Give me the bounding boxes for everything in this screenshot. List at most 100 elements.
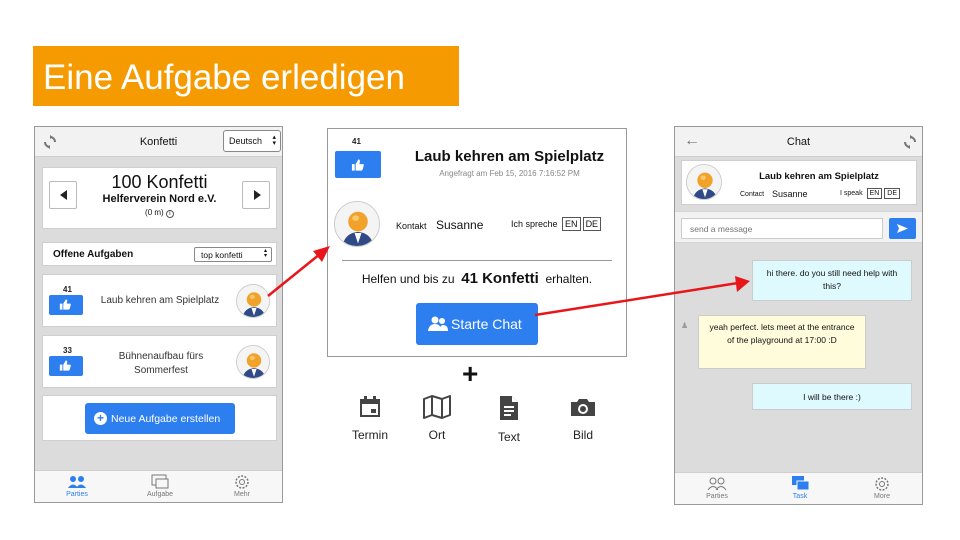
message-input-bar: [675, 211, 922, 243]
camera-icon: [571, 399, 595, 416]
banner-title: Eine Aufgabe erledigen: [43, 58, 405, 97]
task-card[interactable]: 33 Bühnenaufbau fürs Sommerfest: [42, 335, 277, 388]
create-task-label: Neue Aufgabe erstellen: [111, 413, 221, 425]
gear-icon: [875, 477, 889, 491]
sort-value: top konfetti: [201, 250, 243, 260]
tab-parties[interactable]: Parties: [47, 473, 107, 498]
tab-label: More: [874, 493, 890, 500]
tab-label: Task: [792, 493, 808, 500]
tab-task[interactable]: Task: [770, 475, 830, 500]
refresh-icon[interactable]: [903, 135, 917, 149]
speaks-label: I speak: [840, 190, 863, 197]
thumbs-up-icon: [351, 159, 364, 171]
contact-name: Susanne: [436, 218, 484, 232]
header-title: Chat: [786, 136, 811, 148]
chat-task-card: Laub kehren am Spielplatz Contact Susann…: [681, 160, 917, 205]
title-banner: Eine Aufgabe erledigen: [33, 46, 459, 106]
message-input[interactable]: [681, 218, 883, 239]
task-title: Laub kehren am Spielplatz: [414, 148, 605, 165]
distance-text: (0 m): [145, 208, 164, 217]
tab-label: Aufgabe: [146, 491, 174, 498]
task-title: Bühnenaufbau fürs Sommerfest: [118, 351, 204, 376]
tab-label: Parties: [706, 493, 728, 500]
avatar: [236, 345, 270, 379]
create-task-button[interactable]: + Neue Aufgabe erstellen: [85, 403, 235, 434]
open-tasks-header: Offene Aufgaben top konfetti ▴ ▾: [42, 242, 277, 266]
user-icon: ♟: [681, 321, 689, 330]
open-tasks-title: Offene Aufgaben: [53, 249, 134, 260]
tab-label: Parties: [66, 491, 88, 498]
language-select[interactable]: Deutsch ▴ ▾: [223, 130, 281, 152]
reward-amount: 41 Konfetti: [461, 270, 539, 287]
reward-line: Helfen und bis zu 41 Konfetti erhalten.: [328, 270, 626, 287]
task-icon: [151, 474, 169, 489]
select-arrows-icon: ▴ ▾: [263, 248, 267, 259]
map-icon: [423, 395, 451, 419]
attachment-label: Termin: [351, 428, 388, 442]
task-points: 41: [352, 137, 361, 146]
parties-icon: [707, 477, 727, 491]
sort-select[interactable]: top konfetti ▴ ▾: [194, 247, 272, 262]
start-chat-label: Starte Chat: [451, 316, 522, 332]
distance-line: (0 m) i: [81, 208, 238, 218]
konfetti-stepper-card: 100 Konfetti Helferverein Nord e.V. (0 m…: [42, 167, 277, 229]
chat-message-outgoing: I will be there :): [752, 383, 912, 410]
contact-name: Susanne: [772, 189, 808, 199]
requested-date: Angefragt am Feb 15, 2016 7:16:52 PM: [439, 169, 580, 178]
chat-message-outgoing: hi there. do you still need help with th…: [752, 260, 912, 301]
plus-sign: +: [462, 358, 479, 389]
info-icon[interactable]: i: [165, 210, 174, 218]
attachment-label: Ort: [428, 428, 446, 442]
reward-prefix: Helfen und bis zu: [361, 272, 455, 286]
phone-chat: ← Chat Laub kehren am Spielplatz Contact…: [674, 126, 923, 505]
people-icon: [428, 316, 448, 331]
send-icon: [897, 224, 908, 233]
previous-button[interactable]: [49, 181, 77, 209]
app-header: Konfetti Deutsch ▴ ▾: [35, 127, 282, 157]
create-task-card: + Neue Aufgabe erstellen: [42, 395, 277, 441]
attachment-ort[interactable]: Ort: [407, 395, 467, 442]
contact-label: Kontakt: [396, 221, 427, 231]
language-value: Deutsch: [229, 136, 263, 146]
like-button[interactable]: [335, 151, 381, 178]
chat-header: ← Chat: [675, 127, 922, 157]
task-points: 33: [63, 346, 72, 355]
like-button[interactable]: [49, 356, 83, 376]
chat-icon: [792, 476, 810, 491]
avatar: [686, 164, 722, 200]
attachment-termin[interactable]: Termin: [340, 395, 400, 442]
thumbs-up-icon: [59, 360, 71, 371]
right-arrow-icon: [254, 190, 261, 200]
document-icon: [500, 396, 518, 420]
send-button[interactable]: [889, 218, 916, 239]
task-title: Laub kehren am Spielplatz: [100, 295, 220, 306]
lang-badge: EN: [866, 188, 883, 199]
tab-task[interactable]: Aufgabe: [130, 473, 190, 498]
speaks-label: Ich spreche: [511, 219, 558, 229]
select-arrows-icon: ▴ ▾: [272, 134, 276, 147]
attachment-bild[interactable]: Bild: [553, 395, 613, 442]
lang-badge: EN: [562, 217, 581, 231]
calendar-icon: [360, 396, 380, 417]
task-points: 41: [63, 285, 72, 294]
tab-bar: Parties Task More: [675, 472, 922, 504]
like-button[interactable]: [49, 295, 83, 315]
thumbs-up-icon: [59, 299, 71, 310]
left-arrow-icon: [60, 190, 67, 200]
tab-label: Mehr: [234, 491, 250, 498]
attachment-text[interactable]: Text: [479, 395, 539, 444]
task-card[interactable]: 41 Laub kehren am Spielplatz: [42, 274, 277, 327]
task-detail-panel: 41 Laub kehren am Spielplatz Angefragt a…: [327, 128, 627, 357]
chat-task-title: Laub kehren am Spielplatz: [759, 171, 879, 182]
chat-message-incoming: yeah perfect. lets meet at the entrance …: [698, 315, 866, 369]
start-chat-button[interactable]: Starte Chat: [416, 303, 538, 345]
konfetti-amount: 100 Konfetti: [111, 172, 208, 192]
lang-badge: DE: [582, 217, 602, 231]
next-button[interactable]: [242, 181, 270, 209]
organisation-name: Helferverein Nord e.V.: [102, 193, 217, 205]
tab-parties[interactable]: Parties: [687, 475, 747, 500]
tab-more[interactable]: Mehr: [212, 473, 272, 498]
avatar: [236, 284, 270, 318]
plus-circle-icon: +: [94, 412, 107, 425]
tab-more[interactable]: More: [852, 475, 912, 500]
